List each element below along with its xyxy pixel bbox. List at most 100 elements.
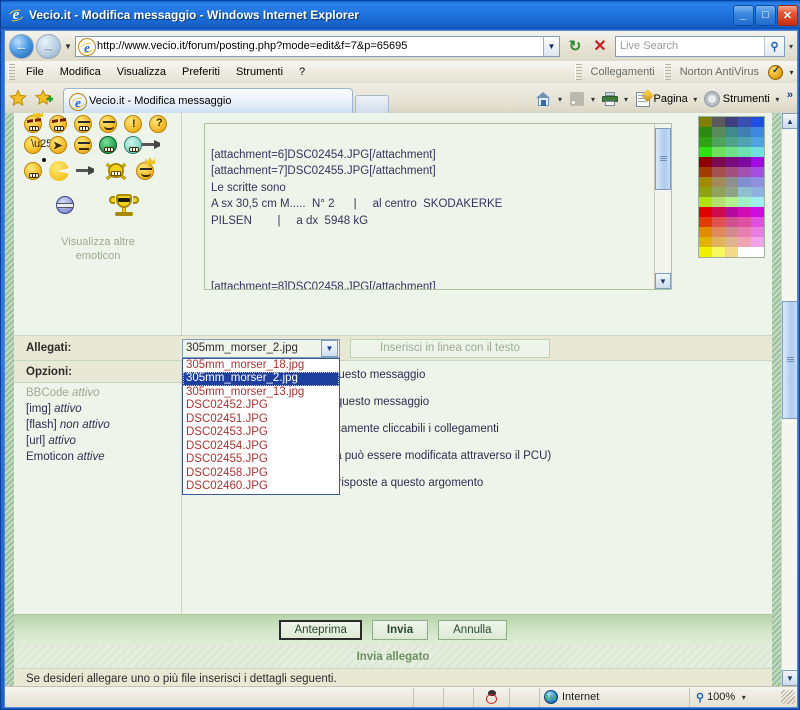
color-swatch[interactable]	[699, 177, 712, 187]
color-swatch[interactable]	[751, 197, 764, 207]
search-provider-dropdown[interactable]: ▾	[785, 42, 797, 51]
norton-caret-icon[interactable]: ▾	[786, 68, 797, 77]
color-swatch[interactable]	[712, 197, 725, 207]
page-scrollbar[interactable]: ▲ ▼	[781, 113, 797, 686]
color-swatch[interactable]	[699, 187, 712, 197]
color-palette[interactable]	[698, 116, 765, 258]
color-swatch[interactable]	[751, 167, 764, 177]
attachment-option[interactable]: DSC02455.JPG	[183, 453, 339, 467]
security-zone-indicator[interactable]: Internet	[539, 687, 689, 707]
color-swatch[interactable]	[699, 217, 712, 227]
color-swatch[interactable]	[725, 217, 738, 227]
color-swatch[interactable]	[751, 147, 764, 157]
close-button[interactable]: ✕	[777, 4, 798, 26]
print-button[interactable]	[599, 89, 621, 109]
color-swatch[interactable]	[725, 147, 738, 157]
color-swatch[interactable]	[751, 247, 764, 257]
color-swatch[interactable]	[751, 227, 764, 237]
links-grip-handle[interactable]	[574, 64, 582, 80]
emoticon-neutral-icon[interactable]	[74, 136, 92, 154]
attachment-option[interactable]: DSC02451.JPG	[183, 413, 339, 427]
color-swatch[interactable]	[725, 237, 738, 247]
color-swatch[interactable]	[725, 227, 738, 237]
emoticon-skull-crossbones-icon[interactable]	[103, 160, 129, 182]
emoticon-smile-icon[interactable]	[99, 115, 117, 133]
attachment-option[interactable]: DSC02452.JPG	[183, 399, 339, 413]
color-swatch[interactable]	[699, 167, 712, 177]
color-swatch[interactable]	[725, 167, 738, 177]
emoticon-king-icon[interactable]	[136, 162, 154, 180]
color-swatch[interactable]	[738, 237, 751, 247]
page-scroll-up-button[interactable]: ▲	[782, 113, 797, 129]
emoticon-idea-icon[interactable]: \u25bd	[24, 136, 65, 154]
color-swatch[interactable]	[725, 247, 738, 257]
page-menu-button[interactable]	[632, 88, 654, 109]
toolbar-overflow-icon[interactable]: »	[783, 89, 797, 101]
norton-antivirus-label[interactable]: Norton AntiVirus	[674, 66, 765, 78]
page-scroll-down-button[interactable]: ▼	[782, 670, 797, 686]
color-swatch[interactable]	[751, 127, 764, 137]
message-textarea[interactable]: [attachment=6]DSC02454.JPG[/attachment] …	[204, 123, 672, 290]
home-button[interactable]	[533, 89, 555, 109]
search-input[interactable]	[616, 39, 764, 53]
color-swatch[interactable]	[725, 157, 738, 167]
search-button[interactable]: ⚲	[764, 36, 784, 56]
color-swatch[interactable]	[699, 117, 712, 127]
print-caret-icon[interactable]: ▾	[621, 95, 632, 104]
attachment-option[interactable]: DSC02460.JPG	[183, 480, 339, 494]
emoticon-trophy-icon[interactable]	[109, 192, 139, 218]
show-more-emoticons-link[interactable]: Visualizza altre emoticon	[14, 235, 182, 263]
color-swatch[interactable]	[738, 227, 751, 237]
emoticon-angry-icon[interactable]	[49, 115, 67, 133]
color-swatch[interactable]	[738, 117, 751, 127]
emoticon-bomb-icon[interactable]	[24, 158, 46, 180]
color-swatch[interactable]	[751, 157, 764, 167]
color-swatch[interactable]	[699, 127, 712, 137]
emoticon-green-grin-icon[interactable]	[99, 136, 117, 154]
address-bar[interactable]: e http://www.vecio.it/forum/posting.php?…	[75, 35, 560, 57]
emoticon-grin-icon[interactable]	[74, 115, 92, 133]
color-swatch[interactable]	[699, 227, 712, 237]
tools-caret-icon[interactable]: ▾	[772, 95, 783, 104]
page-caret-icon[interactable]: ▾	[690, 95, 701, 104]
insert-inline-button[interactable]: Inserisci in linea con il testo	[350, 338, 550, 358]
forward-button[interactable]: →	[36, 33, 61, 59]
attachment-option[interactable]: 305mm_morser_2.jpg	[183, 372, 339, 386]
color-swatch[interactable]	[738, 127, 751, 137]
favorites-star-icon[interactable]	[9, 89, 29, 109]
color-swatch[interactable]	[738, 167, 751, 177]
refresh-button[interactable]: ↻	[563, 34, 587, 58]
textarea-scroll-down-button[interactable]: ▼	[655, 273, 671, 289]
stop-button[interactable]: ✕	[588, 34, 612, 58]
color-swatch[interactable]	[751, 137, 764, 147]
anteprima-button[interactable]: Anteprima	[279, 620, 362, 640]
new-tab-button[interactable]	[355, 95, 389, 113]
color-swatch[interactable]	[738, 217, 751, 227]
color-swatch[interactable]	[712, 167, 725, 177]
minimize-button[interactable]: _	[733, 4, 754, 26]
invia-button[interactable]: Invia	[371, 620, 429, 640]
color-swatch[interactable]	[712, 147, 725, 157]
attachment-option[interactable]: DSC02454.JPG	[183, 440, 339, 454]
color-swatch[interactable]	[699, 157, 712, 167]
tools-menu-label[interactable]: Strumenti	[723, 93, 772, 105]
feeds-caret-icon[interactable]: ▾	[588, 95, 599, 104]
color-swatch[interactable]	[699, 237, 712, 247]
attachment-select[interactable]: 305mm_morser_2.jpg ▼	[182, 338, 340, 358]
menu-strumenti[interactable]: Strumenti	[228, 64, 291, 80]
color-swatch[interactable]	[725, 197, 738, 207]
color-swatch[interactable]	[725, 137, 738, 147]
textarea-scrollbar[interactable]: ▼	[654, 124, 671, 289]
emoticon-tv-icon[interactable]	[76, 166, 96, 176]
color-swatch[interactable]	[751, 177, 764, 187]
window-resize-grip[interactable]	[781, 690, 795, 704]
attachment-option[interactable]: 305mm_morser_13.jpg	[183, 386, 339, 400]
emoticon-shoot-icon[interactable]	[124, 136, 162, 154]
norton-grip-handle[interactable]	[663, 64, 671, 80]
emoticon-pacman-tv-icon[interactable]	[49, 161, 69, 181]
emoticon-exclamation-icon[interactable]: !	[124, 115, 142, 133]
color-swatch[interactable]	[712, 247, 725, 257]
menu-grip-handle[interactable]	[8, 64, 15, 80]
norton-shield-icon[interactable]	[768, 64, 783, 80]
color-swatch[interactable]	[738, 177, 751, 187]
